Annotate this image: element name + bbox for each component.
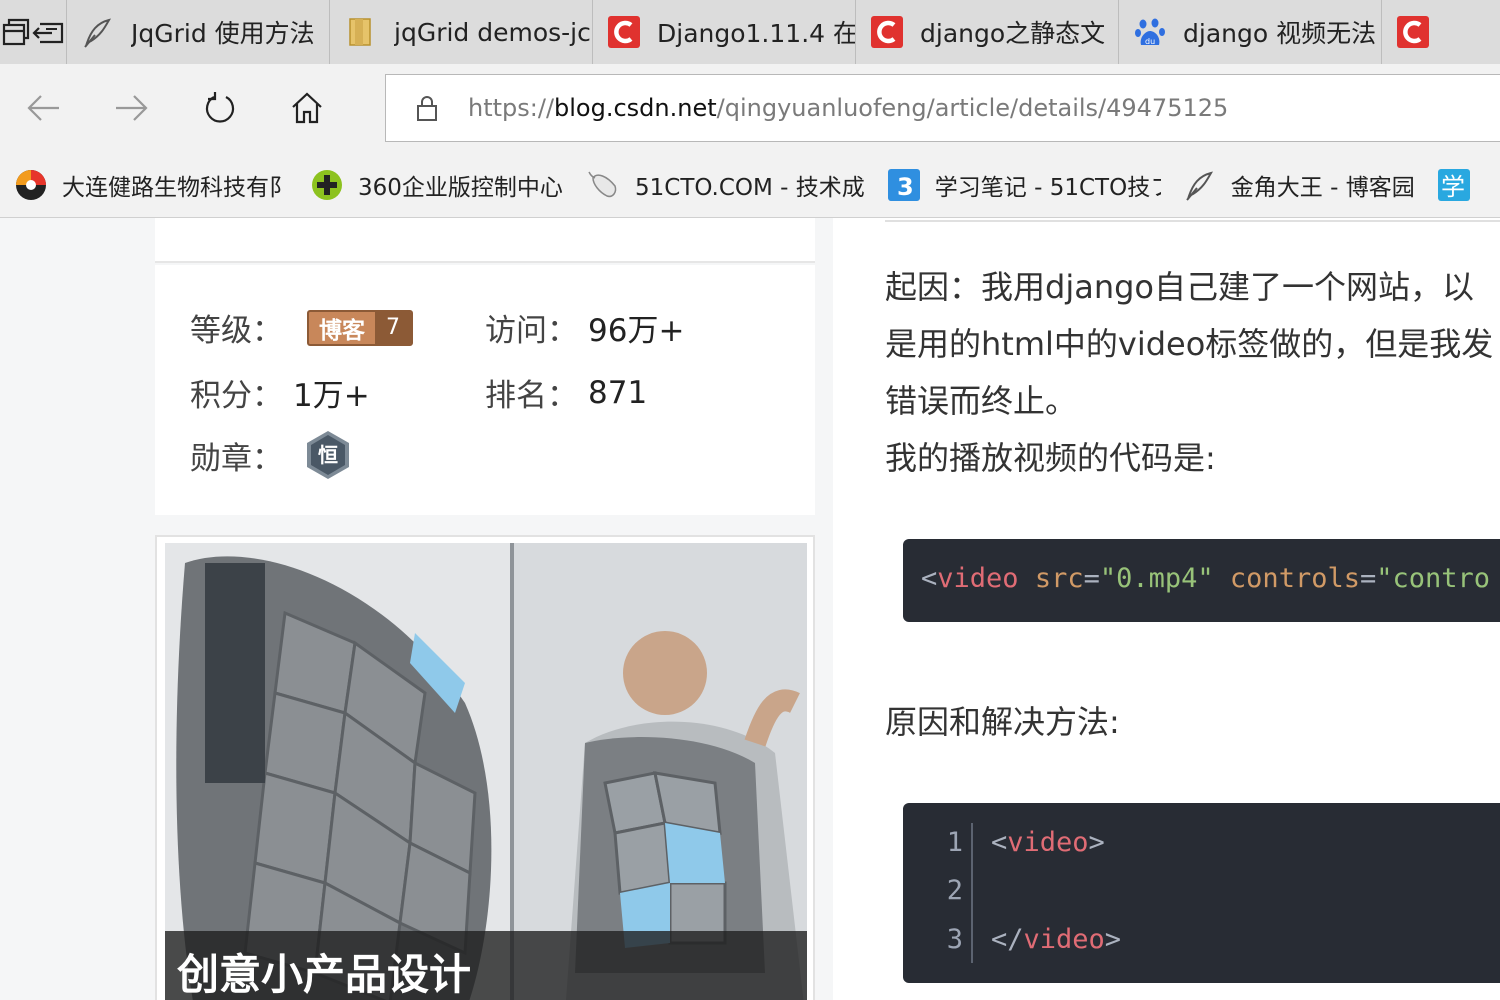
csdn-icon	[607, 15, 641, 49]
article-paragraph-line: 是用的html中的video标签做的，但是我发	[885, 325, 1494, 363]
home-icon	[292, 92, 322, 124]
set-tabs-aside-button[interactable]	[32, 0, 66, 64]
persistence-medal-icon[interactable]: 恒	[305, 430, 351, 480]
level-number: 7	[375, 311, 411, 344]
favorite-label: 学习笔记 - 51CTO技フ	[934, 174, 1161, 201]
tab-jqgrid-usage[interactable]: JqGrid 使用方法	[66, 0, 329, 64]
tab-title: django之静态文	[920, 19, 1106, 48]
svg-text:学: 学	[1441, 173, 1465, 201]
blogger-profile-stats: 等级： 博客 7 访问： 96万+ 积分： 1万+ 排名： 871 勋章： 恒	[155, 265, 815, 515]
xue-icon: 学	[1437, 168, 1471, 202]
tab-jqgrid-demos[interactable]: jqGrid demos-jc	[329, 0, 592, 64]
article-divider	[885, 220, 1500, 222]
level-badge-text: 博客	[319, 317, 365, 344]
favorite-label: 51CTO.COM - 技术成	[635, 174, 865, 201]
navigation-bar: https://blog.csdn.net/qingyuanluofeng/ar…	[0, 64, 1500, 152]
rank-stat: 排名： 871	[485, 370, 647, 415]
svg-text:du: du	[1145, 37, 1155, 46]
ad-image[interactable]: 创意小产品设计	[165, 543, 807, 1000]
favorite-item[interactable]: 金角大王 - 博客园	[1183, 168, 1415, 202]
favorite-item[interactable]: 3 学习笔记 - 51CTO技フ	[887, 168, 1161, 202]
line-number: 1	[946, 827, 963, 858]
level-stat: 等级： 博客 7	[190, 305, 413, 350]
svg-text:3: 3	[897, 173, 914, 201]
address-bar[interactable]: https://blog.csdn.net/qingyuanluofeng/ar…	[385, 74, 1500, 142]
baidu-paw-icon: du	[1133, 15, 1167, 49]
points-stat: 积分： 1万+	[190, 370, 370, 415]
tab-partial[interactable]	[1381, 0, 1500, 64]
medal-label: 勋章：	[190, 440, 283, 477]
fan-logo-icon	[14, 168, 48, 202]
forward-arrow-icon	[116, 95, 148, 121]
url-host: blog.csdn.net	[554, 94, 717, 122]
code-block-inline[interactable]: <video src="0.mp4" controls="contro	[903, 539, 1500, 622]
article-body: 起因：我用django自己建了一个网站，以 是用的html中的video标签做的…	[833, 218, 1500, 1000]
number-3-icon: 3	[887, 168, 921, 202]
favorite-item[interactable]: 360企业版控制中心	[310, 168, 565, 202]
csdn-icon	[1396, 15, 1430, 49]
rank-value: 871	[588, 374, 648, 411]
favorite-item[interactable]: 51CTO.COM - 技术成	[587, 168, 865, 202]
plus-circle-icon	[310, 168, 344, 202]
tab-title: jqGrid demos-jc	[394, 17, 591, 47]
tab-strip: JqGrid 使用方法 jqGrid demos-jc Django1.11.4…	[0, 0, 1500, 64]
rank-label: 排名：	[485, 378, 578, 414]
visits-stat: 访问： 96万+	[485, 305, 684, 350]
refresh-icon	[205, 92, 235, 123]
csdn-icon	[870, 15, 904, 49]
back-arrow-icon	[27, 95, 59, 121]
refresh-button[interactable]	[195, 84, 243, 132]
profile-card-top	[155, 218, 815, 263]
tab-title: JqGrid 使用方法	[131, 19, 315, 48]
ad-caption: 创意小产品设计	[165, 931, 807, 1000]
line-number: 3	[946, 924, 963, 955]
url-text[interactable]: https://blog.csdn.net/qingyuanluofeng/ar…	[468, 94, 1228, 122]
tab-title: Django1.11.4 在	[657, 19, 855, 48]
folder-icon	[344, 15, 378, 49]
mouse-icon	[587, 168, 621, 202]
home-button[interactable]	[283, 84, 331, 132]
svg-text:恒: 恒	[318, 443, 338, 467]
tab-preview-button[interactable]	[0, 0, 32, 64]
visits-label: 访问：	[485, 313, 578, 349]
set-aside-icon	[32, 22, 64, 44]
points-label: 积分：	[190, 378, 283, 414]
favorites-bar: 大连健路生物科技有阝 360企业版控制中心 51CTO.COM - 技术成 3 …	[0, 152, 1500, 218]
feather-icon	[1183, 168, 1217, 202]
points-value: 1万+	[293, 378, 370, 414]
favorite-label: 金角大王 - 博客园	[1230, 174, 1415, 201]
article-paragraph-line: 起因：我用django自己建了一个网站，以	[885, 268, 1474, 306]
page-content: 等级： 博客 7 访问： 96万+ 积分： 1万+ 排名： 871 勋章： 恒	[0, 218, 1500, 1000]
article-paragraph: 我的播放视频的代码是:	[885, 439, 1216, 477]
tab-title: django 视频无法	[1183, 19, 1377, 48]
tab-django-video[interactable]: du django 视频无法	[1118, 0, 1381, 64]
tab-django-static[interactable]: django之静态文	[855, 0, 1118, 64]
code-block-numbered[interactable]: 1 <video> 2 3 </video>	[903, 803, 1500, 983]
url-scheme: https://	[468, 94, 555, 122]
code-line: <video>	[991, 827, 1105, 858]
url-path: /qingyuanluofeng/article/details/4947512…	[716, 94, 1229, 122]
sidebar-ad[interactable]: 创意小产品设计	[155, 535, 815, 1000]
medal-stat: 勋章： 恒	[190, 430, 351, 480]
tab-preview-icon	[2, 18, 30, 46]
lock-icon	[417, 96, 437, 121]
favorite-label: 大连健路生物科技有阝	[62, 174, 288, 201]
code-line: <video src="0.mp4" controls="contro	[921, 563, 1491, 594]
article-heading: 原因和解决方法:	[885, 703, 1120, 741]
favorite-label: 360企业版控制中心	[358, 174, 563, 201]
code-line: </video>	[991, 924, 1122, 955]
visits-value: 96万+	[588, 313, 685, 349]
forward-button[interactable]	[107, 84, 155, 132]
feather-icon	[81, 15, 115, 49]
favorite-item[interactable]: 学	[1437, 168, 1485, 202]
level-badge[interactable]: 博客 7	[307, 309, 413, 346]
level-label: 等级：	[190, 313, 283, 349]
tab-django1114[interactable]: Django1.11.4 在	[592, 0, 855, 64]
article-paragraph-line: 错误而终止。	[885, 382, 1078, 420]
favorite-item[interactable]: 大连健路生物科技有阝	[14, 168, 288, 202]
back-button[interactable]	[20, 84, 68, 132]
line-number: 2	[946, 875, 963, 906]
